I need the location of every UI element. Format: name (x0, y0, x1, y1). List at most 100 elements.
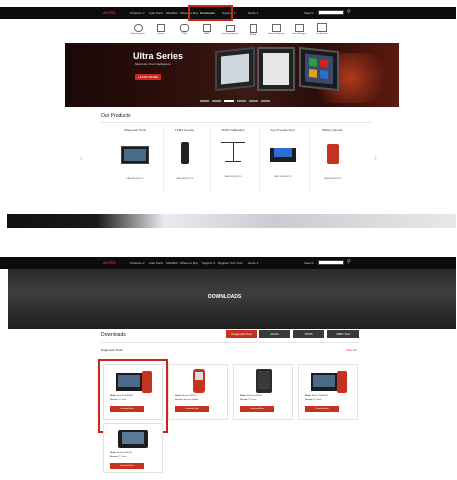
nav-link-products[interactable]: Products ∨ (130, 261, 145, 265)
battery-tester-icon (326, 144, 339, 164)
download-now-button[interactable]: Download Now (305, 406, 339, 412)
subsection-title: Diagnostic Tools (101, 348, 123, 352)
tablet-image-2 (257, 47, 295, 91)
remote-icon (271, 24, 281, 32)
tablet-icon (121, 146, 149, 164)
download-card-3[interactable]: Model: MaxiSys MS906 Version: PC Suite D… (233, 364, 293, 420)
model-label: Model: MaxiCOM MK906 (305, 395, 328, 397)
view-products-link[interactable]: VIEW PRODUCTS (164, 178, 205, 180)
version-label: Version: PC Suite (240, 399, 257, 401)
tab-adas[interactable]: ADAS (259, 330, 290, 338)
search-input[interactable] (318, 10, 344, 15)
carousel-next-arrow[interactable]: › (374, 153, 377, 163)
tpms-icon (179, 24, 189, 32)
downloads-highlight-box (188, 5, 233, 21)
menu-item-key[interactable]: Key Programming (222, 22, 238, 35)
icon-menu: Auto Diagnostic Service TPMS ADAS Key Pr… (120, 22, 342, 42)
menu-label: Service (157, 33, 165, 35)
oscilloscope-icon (317, 23, 327, 32)
carousel-prev-arrow[interactable]: ‹ (80, 153, 83, 163)
search-input[interactable] (318, 260, 344, 265)
menu-item-battery[interactable]: Battery (245, 22, 261, 36)
product-card-adas[interactable]: ADAS Calibration VIEW PRODUCTS (210, 128, 255, 194)
brand-logo[interactable]: AUTEL (103, 10, 116, 15)
download-card-2[interactable]: Model: MaxiLink ML629 Version: MaxiLink … (168, 364, 228, 420)
download-card-5[interactable]: Model: MaxiSys MS908 Version: PC Suite D… (103, 423, 163, 473)
menu-item-diagnostic[interactable]: Auto Diagnostic (130, 22, 146, 35)
hero-subtitle: Maximize Your Intelligence (135, 62, 171, 66)
tablet-icon (256, 369, 272, 393)
download-now-button[interactable]: Download Now (110, 463, 144, 469)
download-now-button[interactable]: Download Now (175, 406, 209, 412)
search-label: Search (304, 261, 314, 265)
section-divider (101, 342, 359, 343)
top-screen: AUTEL Products ∨ Auto Parts OE/OES Where… (0, 0, 457, 230)
nav-link-oe[interactable]: OE/OES (166, 261, 178, 265)
bottom-screen: AUTEL Products ∨ Auto Parts OE/OES Where… (0, 256, 457, 480)
diagnostic-icon (133, 24, 143, 32)
product-card-diagnostic[interactable]: Diagnostic Tools VIEW PRODUCTS (111, 128, 159, 194)
menu-label: Oscilloscope (316, 33, 328, 35)
menu-item-oscilloscope[interactable]: Oscilloscope (314, 22, 330, 35)
downloads-section-title: Downloads (101, 332, 126, 338)
nav-link-support[interactable]: Support ∨ (202, 261, 216, 265)
handheld-icon (337, 371, 347, 393)
nav-link-products[interactable]: Products ∨ (130, 11, 145, 15)
carousel-dots[interactable] (200, 100, 271, 102)
product-name: Diagnostic Tools (124, 128, 146, 132)
menu-label: Smart Manager (292, 33, 306, 35)
battery-icon (249, 24, 257, 33)
tab-diagnostic-tool[interactable]: Diagnostic Tool (226, 330, 257, 338)
menu-label: Key Programming (222, 33, 239, 35)
banner-title: DOWNLOADS (208, 294, 242, 300)
download-now-button[interactable]: Download Now (240, 406, 274, 412)
hero-learn-more-button[interactable]: LEARN MORE (135, 74, 161, 80)
model-label: Model: MaxiSys MS908 (110, 452, 132, 454)
menu-label: ADAS (204, 33, 210, 35)
tablet-icon (118, 430, 148, 448)
view-products-link[interactable]: VIEW PRODUCTS (111, 178, 159, 180)
menu-item-service[interactable]: Service (153, 22, 169, 35)
download-card-4[interactable]: Model: MaxiCOM MK906 Version: PC Suite D… (298, 364, 358, 420)
menu-item-smart[interactable]: Smart Manager (291, 22, 307, 35)
version-label: Version: PC Suite (305, 399, 322, 401)
search-label: Search (304, 11, 314, 15)
menu-item-remote[interactable]: Remote Diagnosis (268, 22, 284, 35)
product-name: Battery Service (322, 128, 343, 132)
search-icon[interactable]: ⚲ (347, 9, 351, 15)
nav-link-oe[interactable]: OE/OES (166, 11, 178, 15)
product-name: TPMS Service (174, 128, 195, 132)
nav-link-auto-parts[interactable]: Auto Parts (149, 11, 163, 15)
scanner-icon (193, 369, 205, 393)
view-products-link[interactable]: VIEW PRODUCTS (260, 176, 305, 178)
products-heading: Our Products (101, 113, 131, 119)
product-card-battery[interactable]: Battery Service VIEW PRODUCTS (309, 128, 355, 194)
view-products-link[interactable]: VIEW PRODUCTS (211, 176, 255, 178)
nav-link-auto-parts[interactable]: Auto Parts (149, 261, 163, 265)
tablet-icon (311, 373, 337, 391)
nav-link-where-to-buy[interactable]: Where to Buy (180, 261, 198, 265)
tab-tpms[interactable]: TPMS (293, 330, 324, 338)
card-1-highlight-box (98, 359, 168, 433)
hero-title: Ultra Series (133, 51, 184, 61)
nav-link-register[interactable]: Register Your Tool (218, 261, 242, 265)
key-icon (225, 25, 235, 32)
brand-logo[interactable]: AUTEL (103, 260, 116, 265)
nav-link-news[interactable]: News ∨ (248, 261, 259, 265)
view-products-link[interactable]: VIEW PRODUCTS (310, 178, 355, 180)
adas-icon (203, 24, 211, 32)
nav-link-news[interactable]: News ∨ (248, 11, 259, 15)
product-card-tpms[interactable]: TPMS Service VIEW PRODUCTS (163, 128, 205, 194)
tab-obd-tool[interactable]: OBD/ Tool (327, 330, 359, 338)
menu-label: TPMS (181, 33, 187, 35)
version-label: Version: MaxiLink Update (175, 399, 199, 401)
product-card-key[interactable]: Key Programming VIEW PRODUCTS (259, 128, 305, 194)
menu-item-tpms[interactable]: TPMS (176, 22, 192, 35)
search-icon[interactable]: ⚲ (347, 259, 351, 265)
view-all-link[interactable]: View all (346, 348, 356, 352)
bottom-image-strip (7, 214, 456, 228)
model-label: Model: MaxiSys MS906 (240, 395, 262, 397)
downloads-banner: DOWNLOADS (8, 269, 456, 329)
tablet-image-1 (215, 46, 255, 92)
menu-item-adas[interactable]: ADAS (199, 22, 215, 35)
